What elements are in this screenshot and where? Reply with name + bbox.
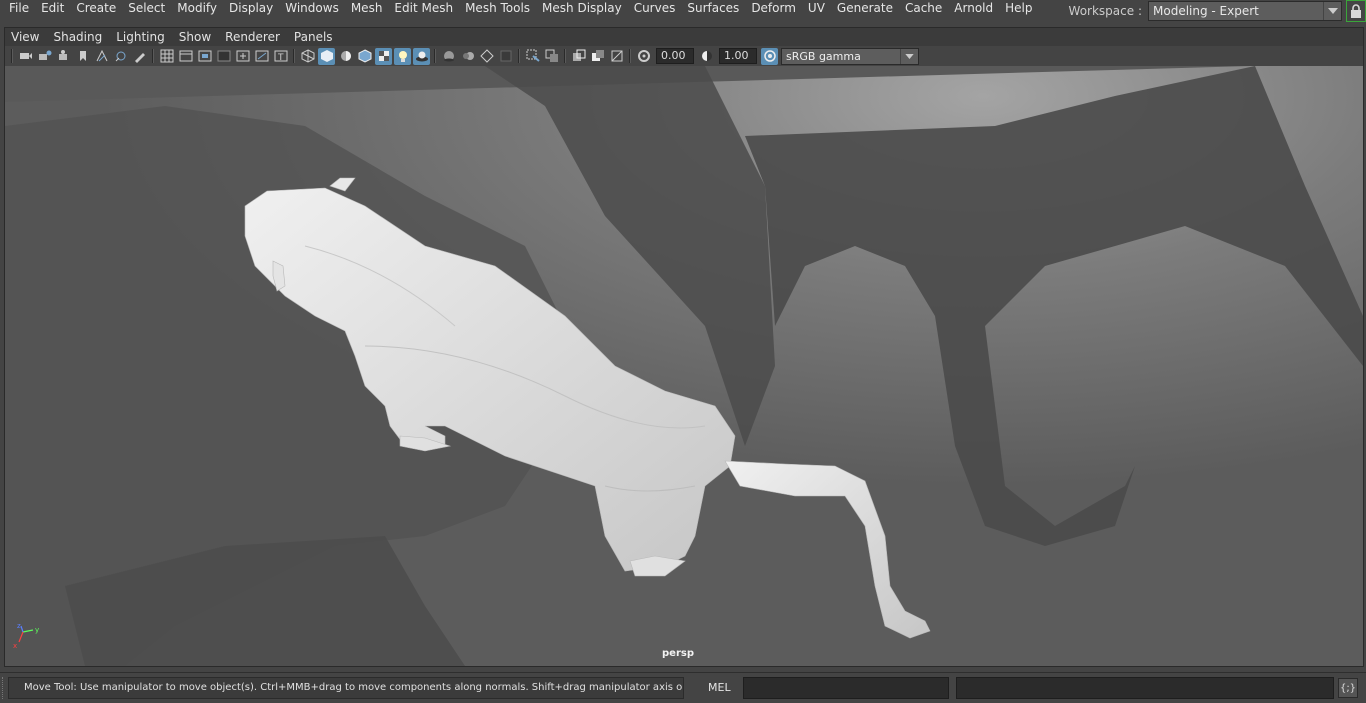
menu-create[interactable]: Create (70, 1, 122, 16)
view-axis-icon: y z x (13, 622, 39, 650)
chevron-down-icon (1323, 2, 1341, 20)
menu-select[interactable]: Select (122, 1, 171, 16)
menu-deform[interactable]: Deform (745, 1, 802, 16)
3d-viewport[interactable]: persp y z x (5, 66, 1363, 666)
axis-y-label: y (35, 626, 39, 634)
select-camera-icon[interactable] (17, 48, 34, 65)
screen-space-ao-icon[interactable] (440, 48, 457, 65)
menu-edit[interactable]: Edit (35, 1, 70, 16)
x-ray-icon[interactable] (543, 48, 560, 65)
panel-menubar: View Shading Lighting Show Renderer Panels (5, 28, 340, 45)
motion-blur-icon[interactable] (459, 48, 476, 65)
exposure-icon[interactable] (635, 48, 652, 65)
menu-modify[interactable]: Modify (171, 1, 223, 16)
default-material-icon[interactable] (337, 48, 354, 65)
menu-windows[interactable]: Windows (279, 1, 345, 16)
toolbar-separator (629, 49, 631, 63)
panel-menu-view[interactable]: View (5, 30, 46, 44)
field-chart-icon[interactable] (234, 48, 251, 65)
menu-curves[interactable]: Curves (628, 1, 682, 16)
resolution-gate-icon[interactable] (196, 48, 213, 65)
command-line-bar: Move Tool: Use manipulator to move objec… (0, 672, 1366, 703)
menu-help[interactable]: Help (999, 1, 1038, 16)
safe-action-icon[interactable] (253, 48, 270, 65)
toolbar-separator (518, 49, 520, 63)
use-all-lights-icon[interactable] (394, 47, 411, 65)
menu-cache[interactable]: Cache (899, 1, 948, 16)
workspace-dropdown[interactable]: Modeling - Expert (1148, 1, 1342, 21)
grease-pencil-icon[interactable] (131, 48, 148, 65)
smooth-shade-icon[interactable] (318, 47, 335, 65)
workspace-value: Modeling - Expert (1153, 4, 1259, 18)
gamma-field[interactable]: 1.00 (719, 48, 757, 64)
menu-mesh-display[interactable]: Mesh Display (536, 1, 628, 16)
x-ray-components-icon[interactable] (589, 48, 606, 65)
bookmark-icon[interactable] (74, 48, 91, 65)
image-plane-icon[interactable] (93, 48, 110, 65)
toolbar-separator (564, 49, 566, 63)
menu-display[interactable]: Display (223, 1, 279, 16)
camera-name-label: persp (662, 648, 694, 659)
panel-menu-panels[interactable]: Panels (287, 30, 340, 44)
menu-uv[interactable]: UV (802, 1, 831, 16)
panel-menu-lighting[interactable]: Lighting (109, 30, 172, 44)
menu-surfaces[interactable]: Surfaces (681, 1, 745, 16)
bookmarks-icon[interactable] (55, 48, 72, 65)
toolbar-grip-handle[interactable] (2, 677, 6, 699)
depth-of-field-icon[interactable] (497, 48, 514, 65)
gate-mask-icon[interactable] (215, 48, 232, 65)
chevron-down-icon (900, 48, 918, 64)
menu-mesh-tools[interactable]: Mesh Tools (459, 1, 536, 16)
view-transform-dropdown[interactable]: sRGB gamma (781, 47, 919, 65)
backface-culling-icon[interactable] (608, 48, 625, 65)
menu-mesh[interactable]: Mesh (345, 1, 389, 16)
camera-attributes-icon[interactable] (36, 48, 53, 65)
shadows-icon[interactable] (413, 47, 430, 65)
workspace-selector: Workspace : Modeling - Expert (1069, 0, 1366, 22)
panel-menu-show[interactable]: Show (172, 30, 218, 44)
axis-x-label: x (13, 642, 17, 650)
wireframe-icon[interactable] (299, 48, 316, 65)
textured-icon[interactable] (375, 47, 392, 65)
svg-text:T: T (277, 53, 284, 63)
grid-icon[interactable] (158, 48, 175, 65)
view-transform-value: sRGB gamma (786, 49, 861, 63)
panel-menu-renderer[interactable]: Renderer (218, 30, 287, 44)
lock-icon[interactable] (1346, 0, 1366, 22)
exposure-field[interactable]: 0.00 (656, 48, 694, 64)
menu-file[interactable]: File (0, 1, 35, 16)
toolbar-separator (11, 49, 13, 63)
gamma-icon[interactable] (698, 48, 715, 65)
menu-arnold[interactable]: Arnold (948, 1, 999, 16)
menu-edit-mesh[interactable]: Edit Mesh (388, 1, 459, 16)
film-gate-icon[interactable] (177, 48, 194, 65)
toolbar-separator (152, 49, 154, 63)
safe-title-icon[interactable]: T (272, 48, 289, 65)
script-editor-button[interactable]: {;} (1338, 678, 1358, 698)
color-management-icon[interactable] (761, 47, 778, 65)
panel-menu-shading[interactable]: Shading (46, 30, 109, 44)
x-ray-joints-icon[interactable] (570, 48, 587, 65)
anti-aliasing-icon[interactable] (478, 48, 495, 65)
axis-z-label: z (17, 622, 21, 630)
menu-generate[interactable]: Generate (831, 1, 899, 16)
viewport-scene (5, 66, 1363, 666)
isolate-select-icon[interactable] (524, 48, 541, 65)
toolbar-separator (293, 49, 295, 63)
help-line: Move Tool: Use manipulator to move objec… (8, 677, 684, 699)
toolbar-separator (434, 49, 436, 63)
2d-pan-zoom-icon[interactable] (112, 48, 129, 65)
script-language-toggle[interactable]: MEL (708, 681, 731, 694)
panel-toolbar: T 0.00 1.00 sRGB gamma (5, 46, 1363, 66)
workspace-label: Workspace : (1068, 4, 1142, 18)
command-result-field (956, 677, 1334, 699)
wireframe-on-shaded-icon[interactable] (356, 48, 373, 65)
command-input[interactable] (743, 677, 949, 699)
